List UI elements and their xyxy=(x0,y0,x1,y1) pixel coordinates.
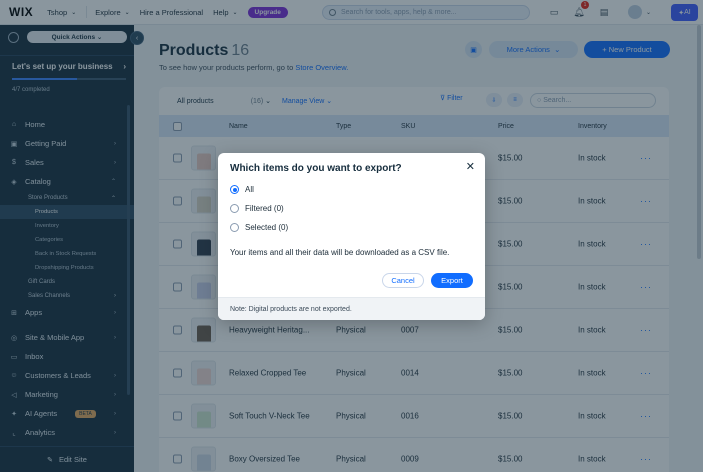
option-filtered[interactable]: Filtered (0) xyxy=(230,204,284,213)
option-all[interactable]: All xyxy=(230,185,254,194)
radio-filtered[interactable] xyxy=(230,204,239,213)
option-label: All xyxy=(245,185,254,194)
radio-all[interactable] xyxy=(230,185,239,194)
dialog-title: Which items do you want to export? xyxy=(230,163,402,174)
cancel-button[interactable]: Cancel xyxy=(382,273,424,288)
export-button[interactable]: Export xyxy=(431,273,473,288)
dialog-note: Note: Digital products are not exported. xyxy=(218,297,485,320)
option-label: Selected (0) xyxy=(245,223,289,232)
option-selected[interactable]: Selected (0) xyxy=(230,223,288,232)
option-label: Filtered (0) xyxy=(245,204,284,213)
radio-selected[interactable] xyxy=(230,223,239,232)
export-dialog: Which items do you want to export? ✕ All… xyxy=(218,153,485,320)
close-icon[interactable]: ✕ xyxy=(466,160,475,173)
dialog-info: Your items and all their data will be do… xyxy=(230,248,450,257)
